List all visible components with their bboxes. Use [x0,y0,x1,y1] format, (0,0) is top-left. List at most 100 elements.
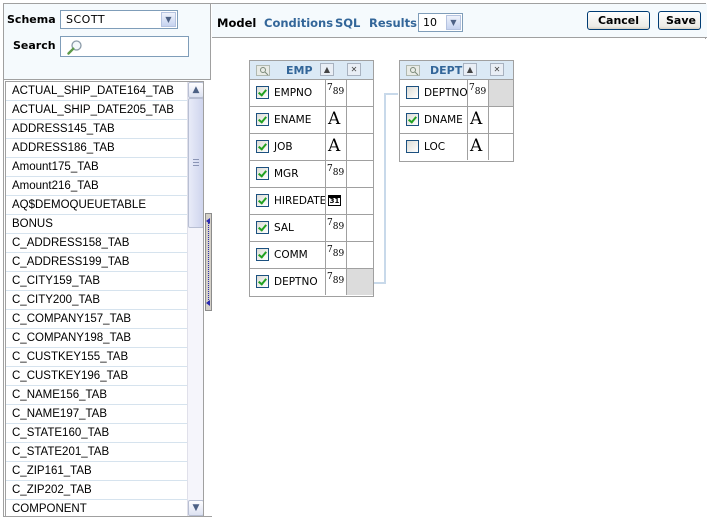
join-key-cell[interactable] [489,134,513,160]
table-header[interactable]: DEPT ▲ ✕ [400,61,513,80]
column-checkbox[interactable] [406,113,419,126]
tab-model[interactable]: Model [217,16,256,30]
column-row: EMPNO 789 [250,80,373,107]
join-key-cell[interactable] [347,107,373,133]
column-type: 789 [467,80,489,106]
join-key-cell[interactable] [347,242,373,268]
close-icon[interactable]: ✕ [347,63,361,76]
column-checkbox[interactable] [256,275,269,288]
column-checkbox[interactable] [256,140,269,153]
number-type-icon: 789 [327,218,345,232]
column-checkbox[interactable] [256,248,269,261]
number-type-icon: 789 [469,83,487,97]
column-name: DEPTNO [274,276,318,288]
column-name: DNAME [424,114,463,126]
search-input[interactable] [60,36,189,57]
tab-conditions[interactable]: Conditions [264,16,333,30]
list-item[interactable]: C_CITY200_TAB [6,291,187,310]
list-item[interactable]: Amount216_TAB [6,177,187,196]
scroll-up-button[interactable]: ▲ [188,82,203,98]
list-item[interactable]: C_NAME197_TAB [6,405,187,424]
column-type: 789 [325,215,347,241]
text-type-icon: A [470,109,483,129]
collapse-icon[interactable]: ▲ [463,63,477,76]
join-key-cell[interactable] [489,107,513,133]
number-type-icon: 789 [327,83,345,97]
list-item[interactable]: C_COMPANY157_TAB [6,310,187,329]
list-item[interactable]: COMPONENT [6,500,187,516]
column-type: 789 [325,269,347,295]
chevron-down-icon[interactable]: ▼ [161,12,176,27]
panel-splitter[interactable] [205,213,212,311]
search-icon [67,40,82,55]
list-item[interactable]: C_ZIP161_TAB [6,462,187,481]
list-item[interactable]: C_STATE160_TAB [6,424,187,443]
list-item[interactable]: C_NAME156_TAB [6,386,187,405]
chevron-down-icon[interactable]: ▼ [446,15,461,30]
column-name: ENAME [274,114,312,126]
table-header[interactable]: EMP ▲ ✕ [250,61,373,80]
column-checkbox[interactable] [406,140,419,153]
list-item[interactable]: C_STATE201_TAB [6,443,187,462]
column-row: COMM 789 [250,242,373,269]
list-item[interactable]: Amount175_TAB [6,158,187,177]
list-item[interactable]: AQ$DEMOQUEUETABLE [6,196,187,215]
list-item[interactable]: BONUS [6,215,187,234]
number-type-icon: 789 [327,245,345,259]
result-rows-select[interactable]: 10 ▼ [418,13,463,32]
list-item[interactable]: ACTUAL_SHIP_DATE164_TAB [6,82,187,101]
list-item[interactable]: ADDRESS145_TAB [6,120,187,139]
column-name: DEPTNO [424,87,468,99]
column-checkbox[interactable] [256,194,269,207]
table-properties-icon[interactable] [256,63,270,77]
grip-icon [193,159,199,166]
join-key-cell[interactable] [347,161,373,187]
list-item[interactable]: C_ADDRESS158_TAB [6,234,187,253]
column-checkbox[interactable] [256,113,269,126]
list-item[interactable]: C_CUSTKEY155_TAB [6,348,187,367]
column-row: LOC A [400,134,513,161]
column-row: DEPTNO 789 [250,269,373,296]
scroll-down-button[interactable]: ▼ [188,500,203,516]
list-item[interactable]: C_CUSTKEY196_TAB [6,367,187,386]
list-item[interactable]: ACTUAL_SHIP_DATE205_TAB [6,101,187,120]
close-icon[interactable]: ✕ [490,63,504,76]
join-key-cell[interactable] [489,80,513,106]
table-emp[interactable]: EMP ▲ ✕ EMPNO 789 ENAME A JOB A MGR 789 HIREDATE 31 S… [249,60,374,297]
column-type: 789 [325,242,347,268]
save-button[interactable]: Save [658,11,701,30]
tab-results[interactable]: Results [369,16,417,30]
list-item[interactable]: C_CITY159_TAB [6,272,187,291]
table-properties-icon[interactable] [406,63,420,77]
scrollbar-thumb[interactable] [188,98,203,228]
text-type-icon: A [470,136,483,156]
collapse-icon[interactable]: ▲ [320,63,334,76]
join-key-cell[interactable] [347,80,373,106]
list-scrollbar[interactable]: ▲ ▼ [187,82,203,516]
join-key-cell[interactable] [347,134,373,160]
join-line[interactable] [384,93,386,284]
join-key-cell[interactable] [347,215,373,241]
collapse-left-arrow-icon[interactable] [206,300,210,306]
tab-sql[interactable]: SQL [335,16,360,30]
join-line[interactable] [384,93,398,95]
list-item[interactable]: C_COMPANY198_TAB [6,329,187,348]
list-item[interactable]: C_ZIP202_TAB [6,481,187,500]
join-key-cell[interactable] [347,269,373,295]
join-key-cell[interactable] [347,188,373,214]
schema-select[interactable]: SCOTT ▼ [60,10,178,29]
result-rows-value: 10 [423,16,437,29]
object-filter-panel: Schema SCOTT ▼ Search [4,4,211,80]
column-name: SAL [274,222,294,234]
cancel-button[interactable]: Cancel [587,11,650,30]
table-dept[interactable]: DEPT ▲ ✕ DEPTNO 789 DNAME A LOC A [399,60,514,162]
column-name: COMM [274,249,308,261]
number-type-icon: 789 [327,272,345,286]
column-checkbox[interactable] [406,86,419,99]
list-item[interactable]: C_ADDRESS199_TAB [6,253,187,272]
column-checkbox[interactable] [256,86,269,99]
list-item[interactable]: ADDRESS186_TAB [6,139,187,158]
column-checkbox[interactable] [256,221,269,234]
column-checkbox[interactable] [256,167,269,180]
object-list: ACTUAL_SHIP_DATE164_TAB ACTUAL_SHIP_DATE2… [5,81,204,517]
